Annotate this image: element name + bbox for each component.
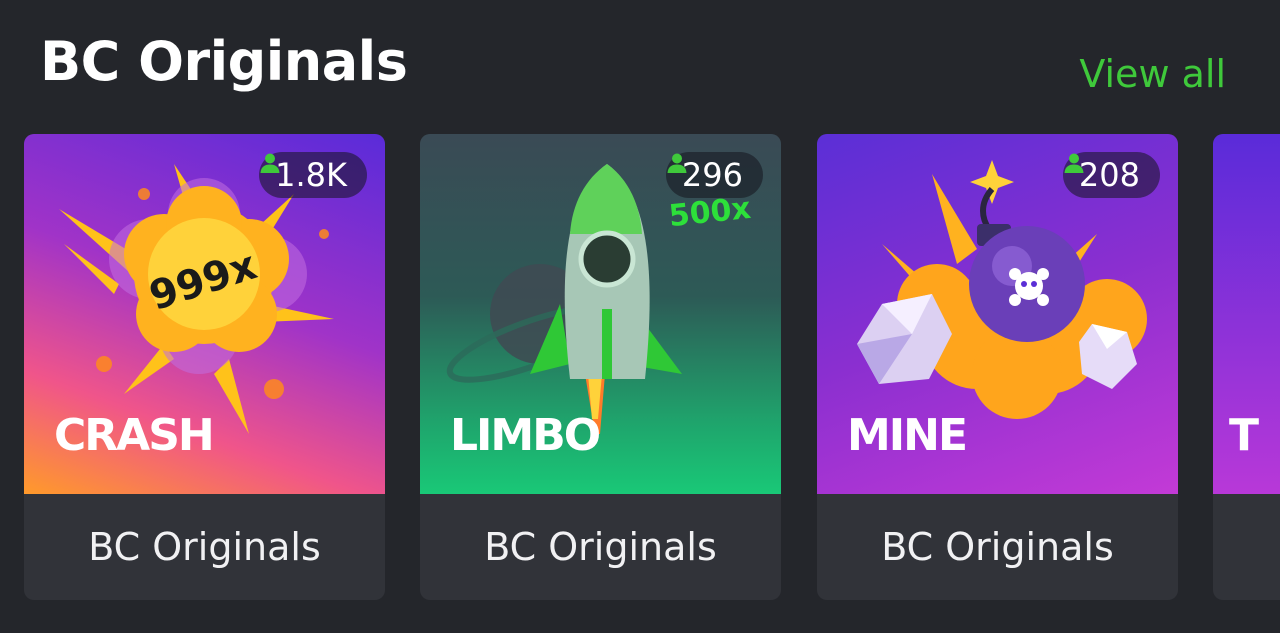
game-title: MINE — [847, 410, 968, 461]
player-count: 208 — [1078, 156, 1140, 194]
game-card-crash[interactable]: 999x 1.8K CRASH BC Originals — [24, 134, 385, 600]
game-provider-label: BC Originals — [88, 525, 321, 569]
user-icon — [1064, 153, 1084, 173]
game-thumbnail-mine[interactable]: 208 MINE — [817, 134, 1178, 494]
player-count-badge: 208 — [1062, 152, 1160, 198]
section-title: BC Originals — [40, 30, 408, 93]
game-thumbnail-partial[interactable]: T — [1213, 134, 1280, 494]
game-card-partial[interactable]: T — [1213, 134, 1280, 600]
player-count: 1.8K — [275, 156, 347, 194]
player-count-badge: 1.8K — [259, 152, 367, 198]
game-provider-label: BC Originals — [484, 525, 717, 569]
user-icon — [667, 153, 687, 173]
view-all-link[interactable]: View all — [1079, 52, 1226, 96]
player-count-badge: 296 — [665, 152, 763, 198]
game-card-mine[interactable]: 208 MINE BC Originals — [817, 134, 1178, 600]
game-title: LIMBO — [450, 410, 601, 461]
game-thumbnail-crash[interactable]: 999x 1.8K CRASH — [24, 134, 385, 494]
game-provider-label: BC Originals — [881, 525, 1114, 569]
game-title: CRASH — [54, 410, 215, 461]
game-card-limbo[interactable]: 500x 296 LIMBO BC Originals — [420, 134, 781, 600]
game-title: T — [1229, 410, 1259, 461]
player-count: 296 — [681, 156, 743, 194]
game-thumbnail-limbo[interactable]: 500x 296 LIMBO — [420, 134, 781, 494]
user-icon — [260, 153, 280, 173]
